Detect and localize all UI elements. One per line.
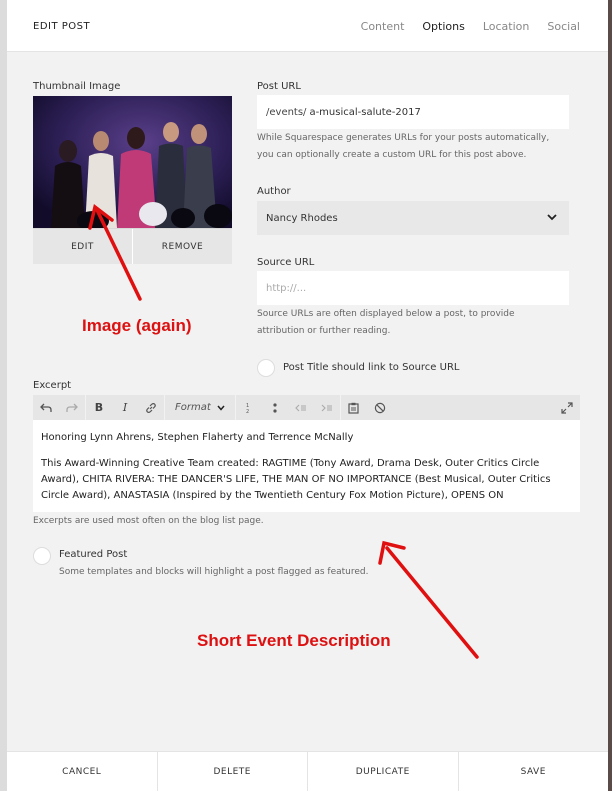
link-to-source-checkbox[interactable] bbox=[257, 359, 275, 377]
excerpt-paragraph-1: Honoring Lynn Ahrens, Stephen Flaherty a… bbox=[41, 432, 354, 443]
link-icon[interactable] bbox=[138, 395, 164, 420]
expand-icon[interactable] bbox=[554, 395, 580, 420]
clear-format-icon[interactable] bbox=[367, 395, 393, 420]
outdent-icon[interactable] bbox=[288, 395, 314, 420]
save-button[interactable]: SAVE bbox=[457, 752, 609, 791]
svg-text:2: 2 bbox=[246, 409, 249, 414]
indent-icon[interactable] bbox=[314, 395, 340, 420]
source-url-label: Source URL bbox=[257, 257, 315, 268]
cancel-button[interactable]: CANCEL bbox=[7, 752, 157, 791]
tab-content[interactable]: Content bbox=[361, 20, 405, 33]
edit-post-modal: EDIT POST Content Options Location Socia… bbox=[7, 0, 608, 791]
numbered-list-icon[interactable]: 12 bbox=[236, 395, 262, 420]
chevron-down-icon bbox=[217, 405, 225, 411]
excerpt-toolbar: B I Format 12 bbox=[33, 395, 580, 420]
tab-bar: Content Options Location Social bbox=[361, 20, 580, 33]
author-select[interactable]: Nancy Rhodes bbox=[257, 201, 569, 235]
featured-post-label: Featured Post bbox=[59, 549, 128, 560]
modal-footer: CANCEL DELETE DUPLICATE SAVE bbox=[7, 751, 608, 791]
source-url-help-line1: Source URLs are often displayed below a … bbox=[257, 309, 515, 319]
post-url-label: Post URL bbox=[257, 81, 301, 92]
thumbnail-label: Thumbnail Image bbox=[33, 81, 121, 92]
excerpt-editor[interactable]: Honoring Lynn Ahrens, Stephen Flaherty a… bbox=[33, 420, 580, 512]
post-url-help-line1: While Squarespace generates URLs for you… bbox=[257, 133, 550, 143]
excerpt-label: Excerpt bbox=[33, 380, 72, 391]
redo-icon[interactable] bbox=[59, 395, 85, 420]
format-dropdown[interactable]: Format bbox=[165, 402, 235, 413]
author-value: Nancy Rhodes bbox=[266, 212, 338, 224]
duplicate-button[interactable]: DUPLICATE bbox=[307, 752, 458, 791]
featured-post-help: Some templates and blocks will highlight… bbox=[59, 567, 369, 577]
post-url-help: While Squarespace generates URLs for you… bbox=[257, 130, 577, 164]
image-annotation: Image (again) bbox=[82, 316, 192, 335]
source-url-input[interactable]: http://... bbox=[257, 271, 569, 305]
modal-title: EDIT POST bbox=[33, 21, 91, 32]
source-url-help-line2: attribution or further reading. bbox=[257, 326, 391, 336]
bullet-list-icon[interactable] bbox=[262, 395, 288, 420]
italic-icon[interactable]: I bbox=[112, 395, 138, 420]
source-url-placeholder: http://... bbox=[266, 282, 307, 294]
thumbnail-image[interactable] bbox=[33, 96, 232, 228]
post-url-help-line2: you can optionally create a custom URL f… bbox=[257, 150, 527, 160]
source-url-help: Source URLs are often displayed below a … bbox=[257, 306, 577, 340]
delete-button[interactable]: DELETE bbox=[156, 752, 308, 791]
tab-social[interactable]: Social bbox=[547, 20, 580, 33]
description-annotation: Short Event Description bbox=[197, 631, 391, 650]
tab-location[interactable]: Location bbox=[483, 20, 530, 33]
tab-options[interactable]: Options bbox=[422, 20, 464, 33]
excerpt-paragraph-2: This Award-Winning Creative Team created… bbox=[41, 458, 551, 501]
undo-icon[interactable] bbox=[33, 395, 59, 420]
thumbnail-photo bbox=[33, 96, 232, 228]
thumbnail-actions: EDIT REMOVE bbox=[33, 228, 232, 264]
post-url-prefix: /events/ bbox=[266, 106, 307, 118]
author-label: Author bbox=[257, 186, 291, 197]
post-url-input[interactable]: /events/ a-musical-salute-2017 bbox=[257, 95, 569, 129]
paste-icon[interactable] bbox=[341, 395, 367, 420]
background-page-right bbox=[608, 0, 612, 791]
excerpt-help: Excerpts are used most often on the blog… bbox=[33, 516, 264, 526]
modal-header: EDIT POST Content Options Location Socia… bbox=[7, 0, 608, 52]
bold-icon[interactable]: B bbox=[86, 395, 112, 420]
link-to-source-label: Post Title should link to Source URL bbox=[283, 362, 460, 373]
format-label: Format bbox=[175, 402, 211, 413]
chevron-down-icon bbox=[547, 214, 557, 221]
background-page-left bbox=[0, 0, 7, 791]
thumbnail-remove-button[interactable]: REMOVE bbox=[132, 229, 232, 264]
featured-post-checkbox[interactable] bbox=[33, 547, 51, 565]
post-url-value: a-musical-salute-2017 bbox=[309, 106, 421, 118]
thumbnail-edit-button[interactable]: EDIT bbox=[33, 229, 132, 264]
